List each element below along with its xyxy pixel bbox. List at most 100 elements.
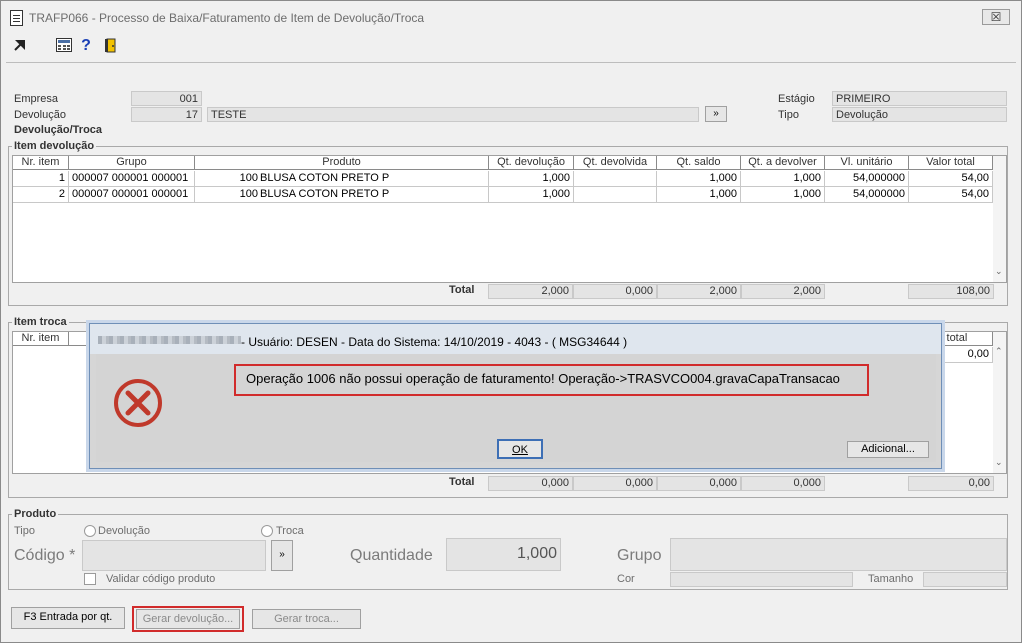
cell-valor-total[interactable]: 54,00 xyxy=(909,187,993,203)
ok-button[interactable]: OK xyxy=(497,439,543,459)
cell-qt-a-devolver[interactable]: 1,000 xyxy=(741,187,825,203)
codigo-label: Código * xyxy=(14,547,76,564)
estagio-label: Estágio xyxy=(778,93,815,105)
arrow-icon[interactable] xyxy=(12,38,28,54)
estagio-field: PRIMEIRO xyxy=(832,91,1007,106)
exit-door-icon[interactable] xyxy=(103,38,119,54)
error-dialog: - Usuário: DESEN - Data do Sistema: 14/1… xyxy=(89,323,942,469)
total-qt-devolvida: 0,000 xyxy=(573,284,657,299)
cor-field xyxy=(670,572,853,587)
cell-qt-devolucao[interactable]: 1,000 xyxy=(489,171,574,187)
column-header[interactable]: Produto xyxy=(195,156,489,170)
cell-qt-a-devolver[interactable]: 1,000 xyxy=(741,171,825,187)
column-header[interactable]: Qt. a devolver xyxy=(741,156,825,170)
total-troca-4: 0,000 xyxy=(741,476,825,491)
cell-produto-name: BLUSA COTON PRETO P xyxy=(260,172,390,184)
grupo-field xyxy=(670,538,1007,571)
dialog-title: - Usuário: DESEN - Data do Sistema: 14/1… xyxy=(241,335,628,349)
calculator-icon[interactable] xyxy=(56,38,72,54)
radio-troca-label: Troca xyxy=(276,525,304,537)
cell-nr-item[interactable]: 1 xyxy=(13,171,69,187)
cell-vl-unitario[interactable]: 54,000000 xyxy=(825,187,909,203)
item-devolucao-table[interactable]: Nr. item Grupo Produto Qt. devolução Qt.… xyxy=(12,155,1007,283)
dialog-title-bar: - Usuário: DESEN - Data do Sistema: 14/1… xyxy=(90,324,941,354)
cell-produto[interactable]: 100 BLUSA COTON PRETO P xyxy=(195,171,489,187)
cell-qt-devolucao[interactable]: 1,000 xyxy=(489,187,574,203)
vertical-scrollbar[interactable]: ⌃ ⌄ xyxy=(993,332,1006,473)
chevron-up-icon[interactable]: ⌃ xyxy=(995,346,1003,357)
total-label: Total xyxy=(449,284,475,296)
error-icon xyxy=(112,377,164,429)
cell-vl-unitario[interactable]: 54,000000 xyxy=(825,171,909,187)
column-header[interactable]: Valor total xyxy=(909,156,993,170)
devolucao-label: Devolução xyxy=(14,109,66,121)
devolucao-troca-title: Devolução/Troca xyxy=(12,124,105,136)
radio-devolucao[interactable] xyxy=(84,525,96,537)
total-valor-total: 108,00 xyxy=(908,284,994,299)
validar-checkbox[interactable] xyxy=(84,573,96,585)
gerar-troca-button[interactable]: Gerar troca... xyxy=(252,609,361,629)
cell-produto-code: 100 xyxy=(239,188,258,200)
empresa-label: Empresa xyxy=(14,93,59,105)
quantidade-label: Quantidade xyxy=(350,547,433,564)
blurred-app-name xyxy=(98,336,241,344)
cell-produto-code: 100 xyxy=(239,172,258,184)
close-button[interactable]: ☒ xyxy=(982,9,1010,25)
total-troca-1: 0,000 xyxy=(488,476,573,491)
tamanho-label: Tamanho xyxy=(868,573,914,585)
radio-troca[interactable] xyxy=(261,525,273,537)
cell-grupo[interactable]: 000007 000001 000001 xyxy=(69,187,195,203)
entrada-por-qt-button[interactable]: F3 Entrada por qt. xyxy=(11,607,125,629)
chevron-down-icon[interactable]: ⌄ xyxy=(995,266,1003,277)
empresa-field[interactable]: 001 xyxy=(131,91,202,106)
gerar-devolucao-button[interactable]: Gerar devolução... xyxy=(136,609,240,629)
tipo-field: Devolução xyxy=(832,107,1007,122)
grupo-label: Grupo xyxy=(617,547,662,564)
cell-qt-devolvida[interactable] xyxy=(574,187,657,203)
cell-qt-saldo[interactable]: 1,000 xyxy=(657,187,741,203)
cell-nr-item[interactable]: 2 xyxy=(13,187,69,203)
total-troca-3: 0,000 xyxy=(657,476,741,491)
column-header[interactable]: Nr. item xyxy=(13,156,69,170)
total-qt-a-devolver: 2,000 xyxy=(741,284,825,299)
devolucao-description-field: TESTE xyxy=(207,107,699,122)
codigo-lookup-button[interactable]: » xyxy=(271,540,293,571)
cell-produto-name: BLUSA COTON PRETO P xyxy=(260,188,390,200)
chevron-down-icon[interactable]: ⌄ xyxy=(995,457,1003,468)
column-header[interactable]: Qt. devolução xyxy=(489,156,574,170)
cell-valor-total[interactable]: 54,00 xyxy=(909,171,993,187)
dialog-message: Operação 1006 não possui operação de fat… xyxy=(246,371,840,386)
cor-label: Cor xyxy=(617,573,635,585)
help-icon[interactable]: ? xyxy=(78,38,94,54)
column-header[interactable]: Nr. item xyxy=(13,332,69,346)
total-qt-saldo: 2,000 xyxy=(657,284,741,299)
codigo-input[interactable] xyxy=(82,540,266,571)
dialog-body: Operação 1006 não possui operação de fat… xyxy=(96,354,936,462)
adicional-button[interactable]: Adicional... xyxy=(847,441,929,458)
cell-produto[interactable]: 100 BLUSA COTON PRETO P xyxy=(195,187,489,203)
column-header[interactable]: Qt. devolvida xyxy=(574,156,657,170)
tipo-label: Tipo xyxy=(778,109,799,121)
total-troca-valor: 0,00 xyxy=(908,476,994,491)
column-header[interactable]: Vl. unitário xyxy=(825,156,909,170)
window-title: TRAFP066 - Processo de Baixa/Faturamento… xyxy=(29,11,425,25)
tamanho-field xyxy=(923,572,1007,587)
produto-title: Produto xyxy=(12,508,59,520)
quantidade-input[interactable]: 1,000 xyxy=(446,538,561,571)
vertical-scrollbar[interactable]: ⌄ xyxy=(993,156,1006,282)
produto-tipo-label: Tipo xyxy=(14,525,35,537)
cell-qt-saldo[interactable]: 1,000 xyxy=(657,171,741,187)
item-devolucao-title: Item devolução xyxy=(12,140,97,152)
cell-grupo[interactable]: 000007 000001 000001 xyxy=(69,171,195,187)
validar-label: Validar código produto xyxy=(106,573,216,585)
item-troca-title: Item troca xyxy=(12,316,69,328)
column-header[interactable]: Grupo xyxy=(69,156,195,170)
column-header[interactable]: Qt. saldo xyxy=(657,156,741,170)
devolucao-number-field[interactable]: 17 xyxy=(131,107,202,122)
document-icon xyxy=(10,10,23,26)
toolbar-separator xyxy=(6,62,1016,63)
total-troca-2: 0,000 xyxy=(573,476,657,491)
devolucao-lookup-button[interactable]: » xyxy=(705,106,727,122)
title-bar: TRAFP066 - Processo de Baixa/Faturamento… xyxy=(1,1,1021,34)
cell-qt-devolvida[interactable] xyxy=(574,171,657,187)
